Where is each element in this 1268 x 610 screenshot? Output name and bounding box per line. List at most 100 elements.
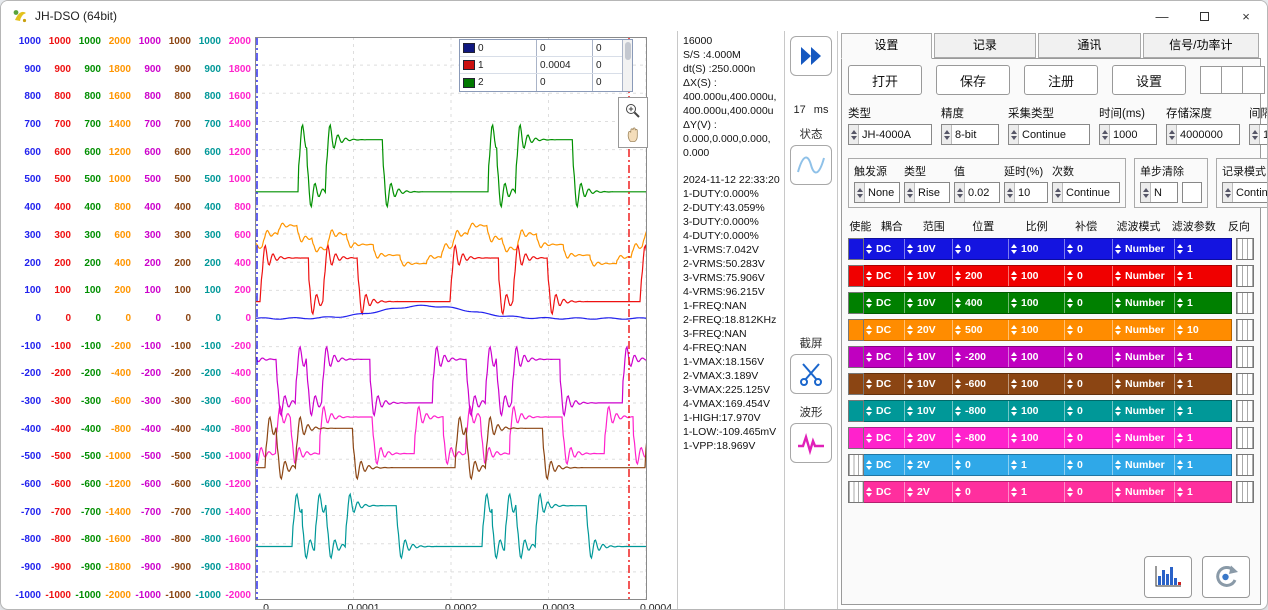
spinner[interactable]: [905, 428, 915, 448]
spinner[interactable]: [955, 183, 965, 202]
filter-mode-select[interactable]: Number: [1112, 239, 1174, 259]
spinner[interactable]: [1175, 347, 1185, 367]
channel-invert-toggle[interactable]: [1236, 319, 1254, 341]
spinner[interactable]: [953, 347, 963, 367]
spinner[interactable]: [1009, 428, 1019, 448]
coupling-select[interactable]: DC: [864, 401, 904, 421]
spinner[interactable]: [1175, 239, 1185, 259]
spinner[interactable]: [1113, 266, 1123, 286]
scale-input[interactable]: 100: [1008, 428, 1064, 448]
filter-mode-select[interactable]: Number: [1112, 266, 1174, 286]
spinner[interactable]: [1065, 428, 1075, 448]
spinner[interactable]: [1009, 401, 1019, 421]
spinner[interactable]: [905, 482, 915, 502]
position-input[interactable]: -200: [952, 347, 1008, 367]
spinner[interactable]: [849, 125, 859, 144]
range-select[interactable]: 2V: [904, 455, 952, 475]
filter-mode-select[interactable]: Number: [1112, 455, 1174, 475]
range-select[interactable]: 10V: [904, 239, 952, 259]
coupling-select[interactable]: DC: [864, 347, 904, 367]
spinner[interactable]: [864, 374, 874, 394]
channel-enable-toggle[interactable]: [848, 265, 864, 287]
spinner[interactable]: [864, 320, 874, 340]
spinner[interactable]: [905, 239, 915, 259]
pan-button[interactable]: [621, 124, 645, 144]
comp-input[interactable]: 0: [1064, 293, 1112, 313]
coupling-select[interactable]: DC: [864, 455, 904, 475]
scale-input[interactable]: 100: [1008, 347, 1064, 367]
spinner[interactable]: [1113, 482, 1123, 502]
spinner[interactable]: [953, 320, 963, 340]
spinner[interactable]: [1250, 125, 1260, 144]
spinner[interactable]: [1175, 401, 1185, 421]
filter-mode-select[interactable]: Number: [1112, 347, 1174, 367]
position-input[interactable]: 200: [952, 266, 1008, 286]
close-button[interactable]: ×: [1225, 1, 1267, 31]
record-mode-select[interactable]: Continue: [1222, 182, 1268, 203]
coupling-select[interactable]: DC: [864, 320, 904, 340]
filter-param-input[interactable]: 1: [1174, 455, 1228, 475]
spinner[interactable]: [1175, 482, 1185, 502]
scale-input[interactable]: 100: [1008, 266, 1064, 286]
spinner[interactable]: [864, 428, 874, 448]
spinner[interactable]: [905, 455, 915, 475]
spinner[interactable]: [1113, 455, 1123, 475]
filter-mode-select[interactable]: Number: [1112, 320, 1174, 340]
spinner[interactable]: [1113, 401, 1123, 421]
spinner[interactable]: [953, 239, 963, 259]
spinner[interactable]: [1053, 183, 1063, 202]
plot-area[interactable]: 00010.00040200: [255, 37, 647, 600]
spinner[interactable]: [1113, 293, 1123, 313]
register-button[interactable]: 注册: [1024, 65, 1098, 95]
spinner[interactable]: [953, 428, 963, 448]
spinner[interactable]: [1100, 125, 1110, 144]
spinner[interactable]: [1065, 266, 1075, 286]
waveform-button[interactable]: [790, 423, 832, 463]
filter-mode-select[interactable]: Number: [1112, 293, 1174, 313]
channel-enable-toggle[interactable]: [848, 373, 864, 395]
spinner[interactable]: [1141, 183, 1151, 202]
filter-param-input[interactable]: 1: [1174, 374, 1228, 394]
channel-invert-toggle[interactable]: [1236, 265, 1254, 287]
spinner[interactable]: [1113, 239, 1123, 259]
filter-mode-select[interactable]: Number: [1112, 428, 1174, 448]
spinner[interactable]: [905, 183, 915, 202]
channel-invert-toggle[interactable]: [1236, 400, 1254, 422]
spinner[interactable]: [1175, 266, 1185, 286]
channel-enable-toggle[interactable]: [848, 292, 864, 314]
legend-row[interactable]: 200: [460, 74, 622, 91]
spinner[interactable]: [1223, 183, 1233, 202]
spinner[interactable]: [1175, 374, 1185, 394]
zoom-in-button[interactable]: [621, 101, 645, 121]
trigger-count-input[interactable]: Continue: [1052, 182, 1120, 203]
spinner[interactable]: [905, 374, 915, 394]
spinner[interactable]: [855, 183, 865, 202]
spinner[interactable]: [1009, 125, 1019, 144]
spinner[interactable]: [1009, 293, 1019, 313]
spinner[interactable]: [953, 266, 963, 286]
spinner[interactable]: [953, 455, 963, 475]
spinner[interactable]: [953, 482, 963, 502]
coupling-select[interactable]: DC: [864, 482, 904, 502]
tab-3[interactable]: 通讯: [1038, 33, 1141, 58]
spinner[interactable]: [942, 125, 952, 144]
channel-invert-toggle[interactable]: [1236, 346, 1254, 368]
spinner[interactable]: [1065, 293, 1075, 313]
scale-input[interactable]: 100: [1008, 374, 1064, 394]
channel-invert-toggle[interactable]: [1236, 454, 1254, 476]
comp-input[interactable]: 0: [1064, 401, 1112, 421]
spinner[interactable]: [905, 320, 915, 340]
range-select[interactable]: 10V: [904, 401, 952, 421]
filter-param-input[interactable]: 1: [1174, 347, 1228, 367]
channel-enable-toggle[interactable]: [848, 346, 864, 368]
spinner[interactable]: [1167, 125, 1177, 144]
spinner[interactable]: [1113, 428, 1123, 448]
coupling-select[interactable]: DC: [864, 293, 904, 313]
position-input[interactable]: -800: [952, 401, 1008, 421]
coupling-select[interactable]: DC: [864, 428, 904, 448]
legend-row[interactable]: 10.00040: [460, 57, 622, 74]
spinner[interactable]: [1065, 239, 1075, 259]
spinner[interactable]: [953, 401, 963, 421]
channel-invert-toggle[interactable]: [1236, 292, 1254, 314]
spinner[interactable]: [1009, 455, 1019, 475]
